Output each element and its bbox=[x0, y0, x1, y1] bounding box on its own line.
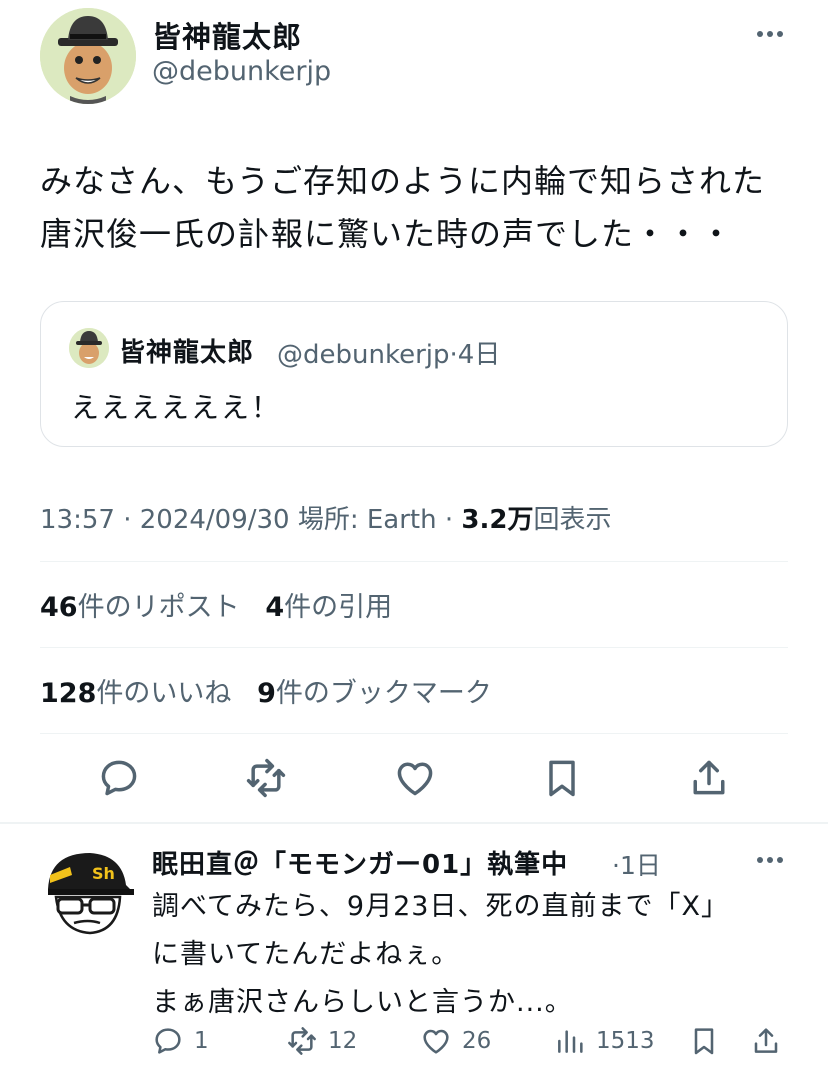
reply-bookmark-button[interactable] bbox=[688, 1023, 720, 1059]
bookmarks-count: 9 bbox=[257, 678, 276, 709]
views-icon bbox=[558, 1030, 583, 1053]
quotes-count: 4 bbox=[265, 592, 285, 623]
quotes-stat[interactable]: 4件の引用 bbox=[265, 592, 392, 623]
reply-like-button[interactable]: 26 bbox=[420, 1023, 491, 1059]
bookmark-icon bbox=[549, 760, 575, 797]
svg-text:Sh: Sh bbox=[92, 864, 115, 883]
reposts-stat[interactable]: 46件のリポスト bbox=[40, 592, 240, 623]
share-icon bbox=[693, 760, 725, 795]
quoted-tweet-card[interactable]: 皆神龍太郎 @debunkerjp·4日 ええええええ！ bbox=[40, 301, 788, 447]
reply-text-line: まぁ唐沢さんらしいと言うか...。 bbox=[152, 987, 573, 1018]
views-label: 回表示 bbox=[533, 505, 612, 535]
repost-button[interactable] bbox=[244, 756, 288, 800]
reply-text-line: 調べてみたら、9月23日、死の直前まで「X」 bbox=[152, 891, 729, 922]
reply-author-avatar[interactable]: Sh bbox=[40, 845, 136, 941]
bookmarks-label: 件のブックマーク bbox=[275, 678, 492, 709]
author-handle[interactable]: @debunkerjp bbox=[152, 56, 331, 87]
reply-repost-button[interactable]: 12 bbox=[286, 1023, 357, 1059]
reply-views-button[interactable]: 1513 bbox=[554, 1023, 655, 1059]
reply-icon bbox=[155, 1028, 181, 1054]
quoted-author-avatar bbox=[69, 328, 109, 368]
reposts-count: 46 bbox=[40, 592, 78, 623]
tweet-time[interactable]: 13:57 bbox=[40, 505, 115, 535]
reply-time-meta: ·1日 bbox=[612, 846, 661, 882]
divider bbox=[40, 733, 788, 734]
quotes-label: 件の引用 bbox=[284, 592, 393, 623]
reposts-label: 件のリポスト bbox=[77, 592, 240, 623]
reply-button[interactable] bbox=[97, 756, 141, 800]
tweet-text-line: みなさん、もうご存知のように内輪で知らされた bbox=[40, 162, 766, 200]
views-count: 3.2万 bbox=[461, 505, 534, 535]
like-icon bbox=[423, 1029, 449, 1054]
separator-dot: · bbox=[123, 505, 132, 535]
quoted-author-meta: @debunkerjp·4日 bbox=[277, 334, 500, 371]
divider bbox=[40, 561, 788, 562]
tweet-meta: 13:57 · 2024/09/30 場所: Earth · 3.2万回表示 bbox=[40, 499, 611, 536]
reply-views-count: 1513 bbox=[596, 1028, 655, 1054]
repost-icon bbox=[246, 758, 286, 798]
share-icon bbox=[754, 1028, 778, 1053]
quoted-author-handle: @debunkerjp bbox=[277, 340, 450, 370]
author-avatar[interactable] bbox=[40, 8, 136, 104]
reply-icon bbox=[101, 760, 137, 796]
separator-dot: · bbox=[444, 505, 454, 535]
tweet-date[interactable]: 2024/09/30 bbox=[140, 505, 290, 535]
repost-icon bbox=[288, 1027, 316, 1055]
reply-replies-count: 1 bbox=[194, 1028, 209, 1054]
bookmarks-stat[interactable]: 9件のブックマーク bbox=[257, 678, 492, 709]
reply-time[interactable]: 1日 bbox=[620, 851, 661, 880]
bookmark-icon bbox=[694, 1028, 714, 1055]
bookmark-button[interactable] bbox=[540, 756, 584, 800]
separator-dot: · bbox=[612, 851, 620, 880]
like-button[interactable] bbox=[393, 756, 437, 800]
reply-share-button[interactable] bbox=[750, 1023, 782, 1059]
tweet-text: みなさん、もうご存知のように内輪で知らされた 唐沢俊一氏の訃報に驚いた時の声でし… bbox=[40, 155, 800, 261]
like-icon bbox=[397, 762, 433, 796]
likes-count: 128 bbox=[40, 678, 97, 709]
reply-text-line: に書いてたんだよねぇ。 bbox=[152, 939, 460, 970]
stats-row-reposts: 46件のリポスト 4件の引用 bbox=[40, 585, 392, 624]
tweet-text-line: 唐沢俊一氏の訃報に驚いた時の声でした・・・ bbox=[40, 215, 734, 253]
share-button[interactable] bbox=[687, 756, 731, 800]
tweet-location: 場所: Earth bbox=[297, 505, 437, 535]
reply-reply-button[interactable]: 1 bbox=[152, 1023, 209, 1059]
divider bbox=[0, 822, 828, 824]
likes-stat[interactable]: 128件のいいね bbox=[40, 678, 231, 709]
quoted-author-name: 皆神龍太郎 bbox=[119, 338, 255, 368]
divider bbox=[40, 647, 788, 648]
reply-reposts-count: 12 bbox=[328, 1028, 358, 1054]
more-dots-icon[interactable] bbox=[752, 20, 788, 48]
reply-text: 調べてみたら、9月23日、死の直前まで「X」 に書いてたんだよねぇ。 まぁ唐沢さ… bbox=[152, 883, 802, 1027]
stats-row-likes: 128件のいいね 9件のブックマーク bbox=[40, 671, 492, 710]
quoted-time: 4日 bbox=[457, 340, 501, 370]
reply-likes-count: 26 bbox=[462, 1028, 492, 1054]
likes-label: 件のいいね bbox=[96, 678, 232, 709]
more-dots-icon[interactable] bbox=[752, 846, 788, 874]
author-display-name[interactable]: 皆神龍太郎 bbox=[152, 14, 302, 56]
quoted-tweet-text: ええええええ！ bbox=[71, 391, 282, 424]
separator-dot: · bbox=[449, 340, 458, 370]
reply-author-name[interactable]: 眠田直＠「モモンガー01」執筆中 bbox=[152, 844, 568, 881]
